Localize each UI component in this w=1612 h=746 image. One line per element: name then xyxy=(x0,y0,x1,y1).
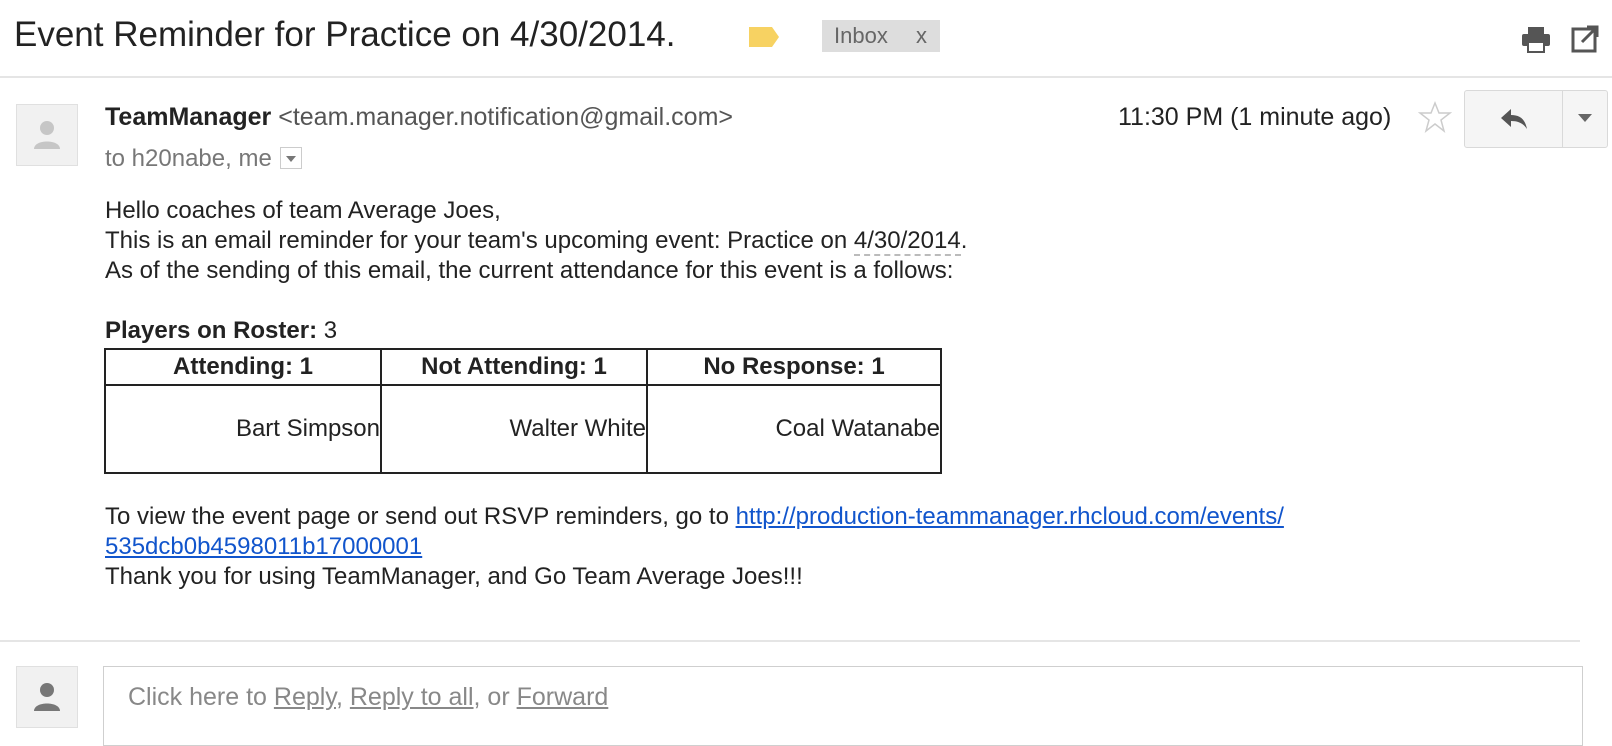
sender-email: <team.manager.notification@gmail.com> xyxy=(278,103,733,131)
email-subject: Event Reminder for Practice on 4/30/2014… xyxy=(14,15,676,54)
reply-all-link[interactable]: Reply to all xyxy=(350,683,474,711)
sender-line: TeamManager <team.manager.notification@g… xyxy=(105,100,733,134)
body-divider xyxy=(0,640,1580,642)
reminder-prefix: This is an email reminder for your team'… xyxy=(105,227,854,254)
roster-label: Players on Roster: xyxy=(105,317,318,344)
person-icon xyxy=(34,683,60,711)
table-row: Bart Simpson Walter White Coal Watanabe xyxy=(104,384,942,474)
reply-box-prefix: Click here to xyxy=(128,683,274,711)
event-link-continued: 535dcb0b4598011b17000001 xyxy=(105,532,422,562)
attendance-intro: As of the sending of this email, the cur… xyxy=(105,257,954,284)
show-details-button[interactable] xyxy=(279,146,302,169)
new-window-icon[interactable] xyxy=(1570,24,1600,54)
thanks-text: Thank you for using TeamManager, and Go … xyxy=(105,563,803,590)
recipients-text: to h20nabe, me xyxy=(105,145,272,172)
event-link[interactable]: http://production-teammanager.rhcloud.co… xyxy=(736,503,1284,530)
user-avatar xyxy=(16,666,78,728)
cell-not-attending: Walter White xyxy=(380,384,648,474)
attendance-table: Attending: 1 Not Attending: 1 No Respons… xyxy=(104,348,942,474)
forward-link[interactable]: Forward xyxy=(517,683,609,711)
reply-box-prompt: Click here to Reply, Reply to all, or Fo… xyxy=(128,683,608,712)
inbox-label-chip[interactable]: Inbox x xyxy=(822,20,940,52)
cell-no-response: Coal Watanabe xyxy=(646,384,942,474)
message-timestamp: 11:30 PM (1 minute ago) xyxy=(1118,103,1392,131)
reminder-line: This is an email reminder for your team'… xyxy=(105,226,967,256)
header-attending: Attending: 1 xyxy=(104,348,382,386)
header-not-attending: Not Attending: 1 xyxy=(380,348,648,386)
event-date[interactable]: 4/30/2014 xyxy=(853,227,961,256)
person-icon xyxy=(34,121,60,149)
greeting-text: Hello coaches of team Average Joes, xyxy=(105,197,501,224)
remove-label-button[interactable]: x xyxy=(916,20,927,52)
sender-avatar xyxy=(16,104,78,166)
header-divider xyxy=(0,76,1612,78)
view-prefix: To view the event page or send out RSVP … xyxy=(105,503,736,530)
roster-line: Players on Roster: 3 xyxy=(105,316,337,346)
view-event-line: To view the event page or send out RSVP … xyxy=(105,502,1284,532)
event-link-id[interactable]: 535dcb0b4598011b17000001 xyxy=(105,533,422,560)
reply-sep-2: , or xyxy=(473,683,517,711)
header-no-response: No Response: 1 xyxy=(646,348,942,386)
reply-box[interactable]: Click here to Reply, Reply to all, or Fo… xyxy=(103,666,1583,746)
reply-sep-1: , xyxy=(335,683,350,711)
reply-link[interactable]: Reply xyxy=(274,683,336,711)
roster-count: 3 xyxy=(323,317,338,344)
recipients-line: to h20nabe, me xyxy=(105,142,302,176)
print-icon[interactable] xyxy=(1520,24,1552,54)
cell-attending: Bart Simpson xyxy=(104,384,382,474)
sender-name[interactable]: TeamManager xyxy=(105,103,271,131)
reply-button-group xyxy=(1464,90,1608,148)
reply-button[interactable] xyxy=(1465,91,1563,147)
reminder-suffix: . xyxy=(960,227,968,254)
more-actions-button[interactable] xyxy=(1563,91,1607,147)
table-header-row: Attending: 1 Not Attending: 1 No Respons… xyxy=(104,348,942,386)
inbox-label-text: Inbox xyxy=(834,23,888,48)
star-icon[interactable] xyxy=(1418,100,1452,134)
reply-icon xyxy=(1500,109,1527,129)
label-tag-icon[interactable] xyxy=(748,26,780,48)
